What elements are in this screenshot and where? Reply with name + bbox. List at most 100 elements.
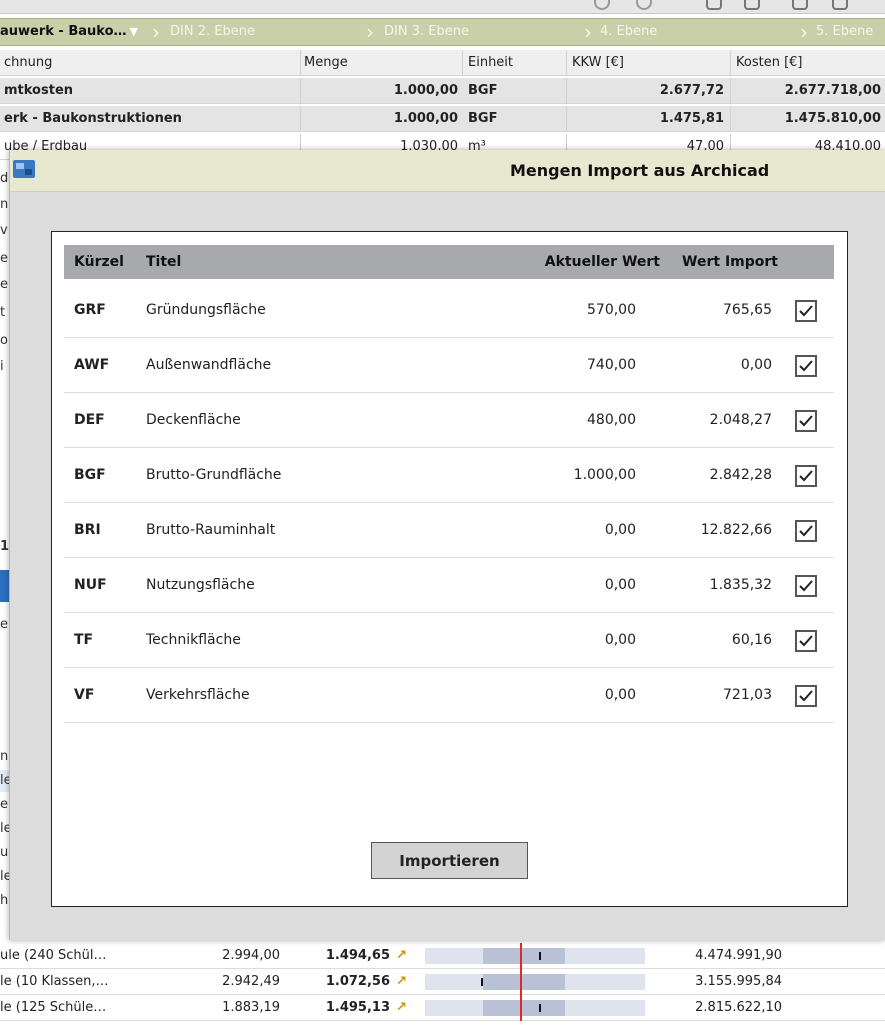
- list-item[interactable]: n: [0, 746, 9, 768]
- column-header-aktueller-wert[interactable]: Aktueller Wert: [484, 245, 660, 279]
- row-value-b: 1.494,65: [325, 948, 390, 963]
- import-checkbox[interactable]: [795, 355, 817, 377]
- column-header-kuerzel[interactable]: Kürzel: [74, 245, 124, 279]
- toolbar-circle-icon[interactable]: [636, 0, 652, 10]
- table-row[interactable]: le (125 Schüle… 1.883,19 1.495,13 ↗ 2.81…: [0, 995, 885, 1021]
- dialog-titlebar[interactable]: Mengen Import aus Archicad: [10, 150, 885, 192]
- row-import-value: 721,03: [723, 687, 772, 703]
- column-header-menge[interactable]: Menge: [300, 50, 462, 76]
- table-row[interactable]: erk - Baukonstruktionen 1.000,00 BGF 1.4…: [0, 106, 885, 132]
- column-header-bezeichnung[interactable]: chnung: [0, 50, 300, 76]
- row-kosten: 2.677.718,00: [784, 83, 881, 98]
- import-row-bgf[interactable]: BGF Brutto-Grundfläche 1.000,00 2.842,28: [64, 448, 834, 503]
- row-current-value: 0,00: [604, 632, 636, 648]
- row-kkw: 2.677,72: [659, 83, 724, 98]
- list-item[interactable]: le: [0, 770, 9, 792]
- trend-arrow-icon: ↗: [396, 948, 407, 963]
- checkmark-icon: [799, 470, 813, 482]
- import-row-tf[interactable]: TF Technikfläche 0,00 60,16: [64, 613, 834, 668]
- list-item[interactable]: e: [0, 794, 9, 816]
- list-item[interactable]: le: [0, 866, 9, 888]
- list-item[interactable]: o: [0, 330, 9, 352]
- toolbar-window-icon[interactable]: [744, 0, 760, 10]
- row-code: GRF: [74, 302, 106, 318]
- breadcrumb-item-ebene4[interactable]: 4. Ebene: [600, 19, 657, 45]
- chevron-right-icon: ›: [366, 20, 374, 44]
- table-row[interactable]: ule (240 Schül… 2.994,00 1.494,65 ↗ 4.47…: [0, 943, 885, 969]
- breadcrumb-item-ebene5[interactable]: 5. Ebene: [816, 19, 873, 45]
- breadcrumb-item-din3[interactable]: DIN 3. Ebene: [384, 19, 469, 45]
- row-name: ule (240 Schül…: [0, 948, 107, 963]
- row-value-a: 2.994,00: [222, 948, 280, 963]
- import-row-grf[interactable]: GRF Gründungsfläche 570,00 765,65: [64, 283, 834, 338]
- import-row-def[interactable]: DEF Deckenfläche 480,00 2.048,27: [64, 393, 834, 448]
- import-checkbox[interactable]: [795, 575, 817, 597]
- list-item[interactable]: e: [0, 274, 9, 296]
- column-header-kkw[interactable]: KKW [€]: [568, 50, 728, 76]
- list-item[interactable]: d: [0, 168, 9, 190]
- row-current-value: 0,00: [604, 577, 636, 593]
- row-kkw: 1.475,81: [659, 111, 724, 126]
- table-header-row: chnung Menge Einheit KKW [€] Kosten [€]: [0, 50, 885, 76]
- gauge-marker: [520, 995, 522, 1021]
- column-header-einheit[interactable]: Einheit: [464, 50, 564, 76]
- row-current-value: 480,00: [587, 412, 636, 428]
- row-current-value: 740,00: [587, 357, 636, 373]
- row-code: NUF: [74, 577, 107, 593]
- checkmark-icon: [799, 360, 813, 372]
- row-title: Technikfläche: [146, 632, 241, 648]
- import-checkbox[interactable]: [795, 300, 817, 322]
- row-import-value: 765,65: [723, 302, 772, 318]
- breadcrumb-item-din2[interactable]: DIN 2. Ebene: [170, 19, 255, 45]
- list-item[interactable]: v: [0, 220, 9, 242]
- list-item[interactable]: h: [0, 890, 9, 912]
- import-checkbox[interactable]: [795, 630, 817, 652]
- toolbar-window-icon[interactable]: [832, 0, 848, 10]
- row-value-c: 2.815.622,10: [695, 1000, 782, 1015]
- row-value-b: 1.495,13: [325, 1000, 390, 1015]
- cost-gauge: [425, 943, 645, 969]
- list-item[interactable]: 1: [0, 536, 9, 558]
- list-item[interactable]: e: [0, 248, 9, 270]
- row-title: Außenwandfläche: [146, 357, 272, 373]
- table-row[interactable]: le (10 Klassen,… 2.942,49 1.072,56 ↗ 3.1…: [0, 969, 885, 995]
- import-row-awf[interactable]: AWF Außenwandfläche 740,00 0,00: [64, 338, 834, 393]
- row-code: AWF: [74, 357, 110, 373]
- row-einheit: BGF: [468, 83, 498, 98]
- list-item[interactable]: le: [0, 818, 9, 840]
- list-item[interactable]: u: [0, 842, 9, 864]
- import-checkbox[interactable]: [795, 520, 817, 542]
- import-checkbox[interactable]: [795, 685, 817, 707]
- dropdown-arrow-icon[interactable]: ▼: [127, 25, 138, 38]
- column-header-wert-import[interactable]: Wert Import: [670, 245, 778, 279]
- column-header-titel[interactable]: Titel: [146, 245, 181, 279]
- table-row[interactable]: mtkosten 1.000,00 BGF 2.677,72 2.677.718…: [0, 78, 885, 104]
- row-name: le (10 Klassen,…: [0, 974, 109, 989]
- list-item[interactable]: i: [0, 356, 9, 378]
- row-einheit: BGF: [468, 111, 498, 126]
- top-toolbar: [0, 0, 885, 14]
- list-item[interactable]: n: [0, 194, 9, 216]
- import-checkbox[interactable]: [795, 465, 817, 487]
- chevron-right-icon: ›: [152, 20, 160, 44]
- import-row-vf[interactable]: VF Verkehrsfläche 0,00 721,03: [64, 668, 834, 723]
- toolbar-circle-icon[interactable]: [594, 0, 610, 10]
- toolbar-layout-icon[interactable]: [706, 0, 722, 10]
- list-item[interactable]: en: [0, 614, 9, 636]
- import-panel: Kürzel Titel Aktueller Wert Wert Import …: [51, 231, 848, 907]
- toolbar-window-icon[interactable]: [792, 0, 808, 10]
- import-row-nuf[interactable]: NUF Nutzungsfläche 0,00 1.835,32: [64, 558, 834, 613]
- row-code: BRI: [74, 522, 101, 538]
- row-code: VF: [74, 687, 95, 703]
- row-current-value: 0,00: [604, 522, 636, 538]
- breadcrumb-item-bauwerk[interactable]: auwerk - Bauko… ▼: [0, 19, 138, 45]
- row-current-value: 0,00: [604, 687, 636, 703]
- row-import-value: 2.842,28: [709, 467, 772, 483]
- import-checkbox[interactable]: [795, 410, 817, 432]
- column-header-kosten[interactable]: Kosten [€]: [732, 50, 882, 76]
- import-row-bri[interactable]: BRI Brutto-Rauminhalt 0,00 12.822,66: [64, 503, 834, 558]
- left-clipped-column: d n v e e t o i 1 en n le e le u le h: [0, 150, 9, 940]
- gauge-marker: [520, 943, 522, 969]
- import-button[interactable]: Importieren: [371, 842, 528, 879]
- list-item[interactable]: t: [0, 302, 9, 324]
